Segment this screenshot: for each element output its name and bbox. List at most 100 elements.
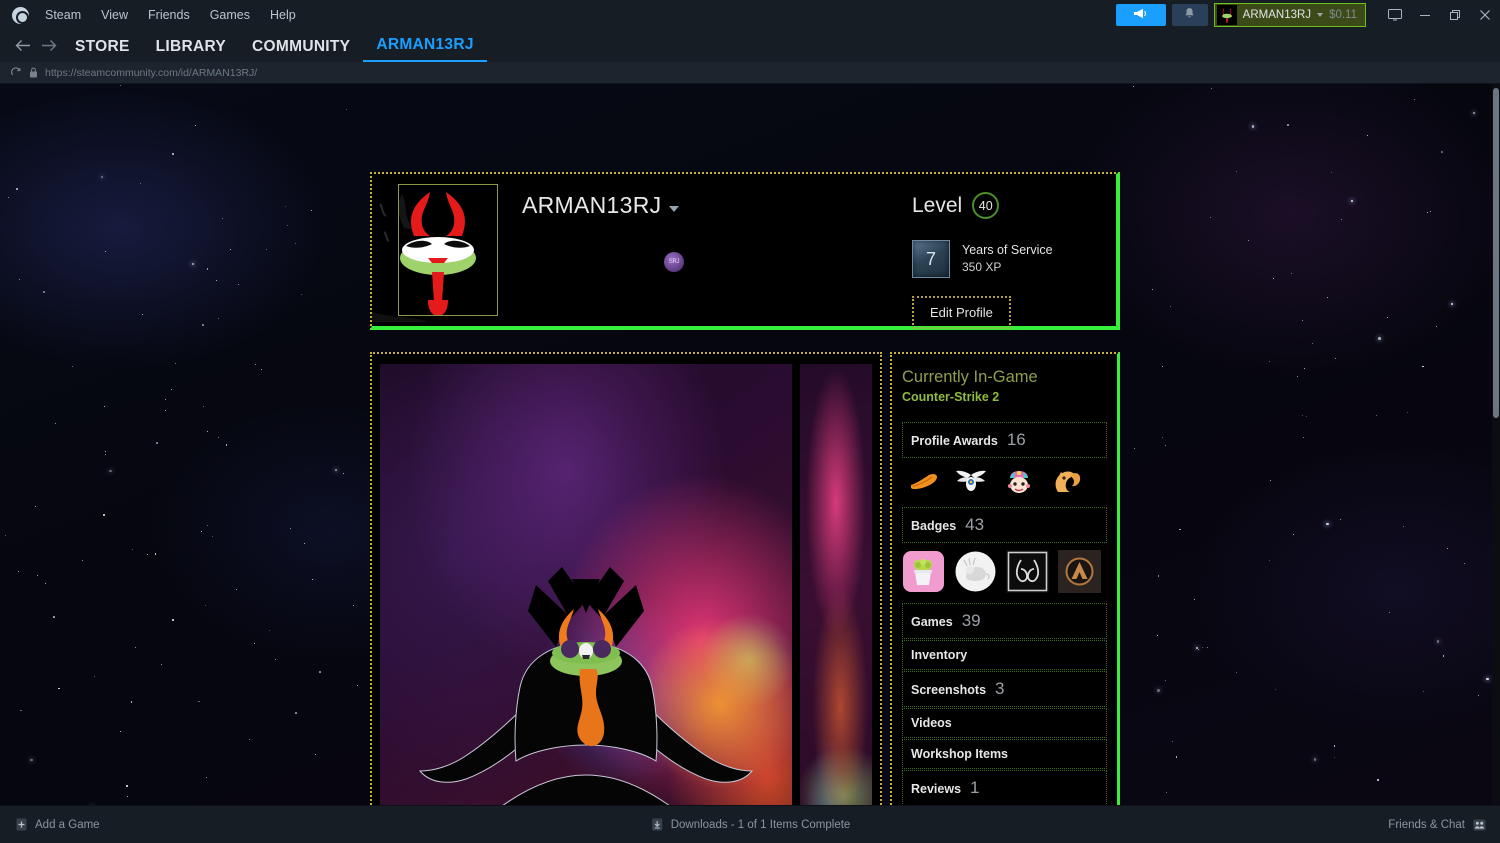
menu-item-help[interactable]: Help <box>260 5 306 25</box>
purple-badge-icon[interactable]: SRJ <box>664 252 684 272</box>
sidebar-item-videos[interactable]: Videos <box>902 708 1107 738</box>
dark-loops-badge[interactable] <box>1006 550 1049 593</box>
profile-content: ARMAN13RJ SRJ Level 40 7 Years of Servic… <box>370 172 1120 805</box>
years-of-service-text: Years of Service 350 XP <box>962 242 1053 275</box>
sidebar-item-profile-awards[interactable]: Profile Awards 16 <box>902 422 1107 458</box>
sidebar-item-label: Workshop Items <box>911 747 1009 761</box>
forward-button[interactable] <box>36 34 62 62</box>
account-funds: $0.11 <box>1329 9 1357 21</box>
sidebar-item-count: 3 <box>995 679 1005 698</box>
page-scrollbar-thumb[interactable] <box>1493 88 1499 418</box>
notifications-button[interactable] <box>1171 4 1208 26</box>
friends-chat-label: Friends & Chat <box>1388 818 1465 831</box>
menu-item-view[interactable]: View <box>91 5 138 25</box>
chevron-down-icon[interactable] <box>669 205 680 212</box>
arrow-left-icon <box>15 39 31 57</box>
sidebar-item-screenshots[interactable]: Screenshots 3 <box>902 671 1107 707</box>
monitor-icon <box>1388 9 1402 21</box>
artwork-panel-side[interactable] <box>800 364 872 805</box>
friends-chat-icon <box>1472 818 1486 832</box>
squirrel-award-icon[interactable] <box>1050 465 1084 499</box>
minimize-button[interactable] <box>1410 0 1440 30</box>
nav-link-library[interactable]: LIBRARY <box>143 38 239 62</box>
clown-face-award-icon[interactable] <box>1002 465 1036 499</box>
friends-and-chat-button[interactable]: Friends & Chat <box>1388 818 1486 832</box>
avatar[interactable] <box>372 174 504 326</box>
downloads-label: Downloads - 1 of 1 Items Complete <box>670 818 851 831</box>
page-scrollbar[interactable] <box>1492 84 1500 805</box>
profile-identity: ARMAN13RJ SRJ <box>504 174 886 326</box>
sidebar-item-count: 16 <box>1006 430 1026 449</box>
sidebar-item-count: 43 <box>965 515 985 534</box>
account-menu-button[interactable]: ARMAN13RJ $0.11 <box>1213 3 1366 27</box>
persona-name: ARMAN13RJ <box>522 192 662 218</box>
sidebar-item-reviews[interactable]: Reviews 1 <box>902 770 1107 805</box>
avatar-frame <box>398 184 498 316</box>
broadcast-megaphone-icon <box>1133 6 1148 24</box>
profile-header-card: ARMAN13RJ SRJ Level 40 7 Years of Servic… <box>370 172 1120 330</box>
edit-profile-button[interactable]: Edit Profile <box>912 296 1011 329</box>
sidebar-item-label: Inventory <box>911 648 968 662</box>
sidebar-item-games[interactable]: Games 39 <box>902 603 1107 639</box>
sidebar-item-workshop-items[interactable]: Workshop Items <box>902 739 1107 769</box>
chevron-down-icon <box>1317 13 1324 17</box>
close-button[interactable] <box>1470 0 1500 30</box>
winged-medal-award-icon[interactable] <box>954 465 988 499</box>
sidebar-item-label: Badges <box>911 519 957 533</box>
profile-page: ARMAN13RJ SRJ Level 40 7 Years of Servic… <box>0 84 1500 805</box>
orange-banana-award-icon[interactable] <box>906 465 940 499</box>
steam-logo-icon <box>12 6 29 24</box>
nebula-artwork-side <box>800 364 872 805</box>
profile-awards-icons <box>902 459 1107 507</box>
badges-icons <box>902 544 1107 603</box>
steam-client-window: Steam View Friends Games Help ARMAN13RJ … <box>0 0 1500 843</box>
nav-link-profile[interactable]: ARMAN13RJ <box>363 36 487 62</box>
artwork-showcase[interactable] <box>370 352 882 805</box>
meditating-demon-figure <box>406 565 766 805</box>
pink-potted-plant-badge[interactable] <box>902 550 945 593</box>
level-label: Level <box>912 193 963 217</box>
display-mode-button[interactable] <box>1380 0 1410 30</box>
close-icon <box>1479 9 1491 21</box>
persona-row[interactable]: ARMAN13RJ <box>522 192 886 219</box>
broadcast-button[interactable] <box>1115 4 1166 26</box>
download-icon <box>650 818 664 832</box>
level-row[interactable]: Level 40 <box>912 192 1116 219</box>
refresh-icon[interactable] <box>10 66 22 79</box>
sidebar-item-count: 1 <box>970 778 980 797</box>
currently-in-game-name[interactable]: Counter-Strike 2 <box>902 390 1107 404</box>
years-of-service-title: Years of Service <box>962 243 1053 258</box>
window-controls-group: ARMAN13RJ $0.11 <box>1115 0 1500 30</box>
downloads-status[interactable]: Downloads - 1 of 1 Items Complete <box>650 818 851 832</box>
sidebar-item-label: Games <box>911 615 953 629</box>
restore-button[interactable] <box>1440 0 1470 30</box>
artwork-showcase-panels <box>380 364 872 805</box>
main-navigation-bar: STORE LIBRARY COMMUNITY ARMAN13RJ <box>0 30 1500 62</box>
account-name: ARMAN13RJ <box>1242 9 1312 21</box>
lock-icon <box>29 67 38 78</box>
account-avatar <box>1216 5 1237 25</box>
menu-item-steam[interactable]: Steam <box>35 5 91 25</box>
address-bar: https://steamcommunity.com/id/ARMAN13RJ/ <box>0 62 1500 84</box>
menu-item-games[interactable]: Games <box>200 5 260 25</box>
years-of-service-xp: 350 XP <box>962 260 1002 275</box>
white-mouse-badge[interactable] <box>954 550 997 593</box>
bell-icon <box>1184 6 1195 24</box>
add-a-game-button[interactable]: Add a Game <box>14 818 100 832</box>
sidebar-item-label: Videos <box>911 716 952 730</box>
nav-link-community[interactable]: COMMUNITY <box>239 38 363 62</box>
sidebar-item-badges[interactable]: Badges 43 <box>902 507 1107 543</box>
back-button[interactable] <box>10 34 36 62</box>
profile-sidebar: Currently In-Game Counter-Strike 2 Profi… <box>890 352 1120 805</box>
menu-item-friends[interactable]: Friends <box>138 5 200 25</box>
years-of-service-row[interactable]: 7 Years of Service 350 XP <box>912 240 1116 278</box>
restore-icon <box>1449 9 1461 21</box>
arrow-right-icon <box>41 39 57 57</box>
add-a-game-label: Add a Game <box>35 818 100 831</box>
apex-emblem-badge[interactable] <box>1058 550 1101 593</box>
sidebar-item-inventory[interactable]: Inventory <box>902 640 1107 670</box>
sidebar-item-count: 39 <box>961 611 981 630</box>
address-url[interactable]: https://steamcommunity.com/id/ARMAN13RJ/ <box>45 67 257 79</box>
nav-link-store[interactable]: STORE <box>62 38 143 62</box>
artwork-panel-main[interactable] <box>380 364 792 805</box>
